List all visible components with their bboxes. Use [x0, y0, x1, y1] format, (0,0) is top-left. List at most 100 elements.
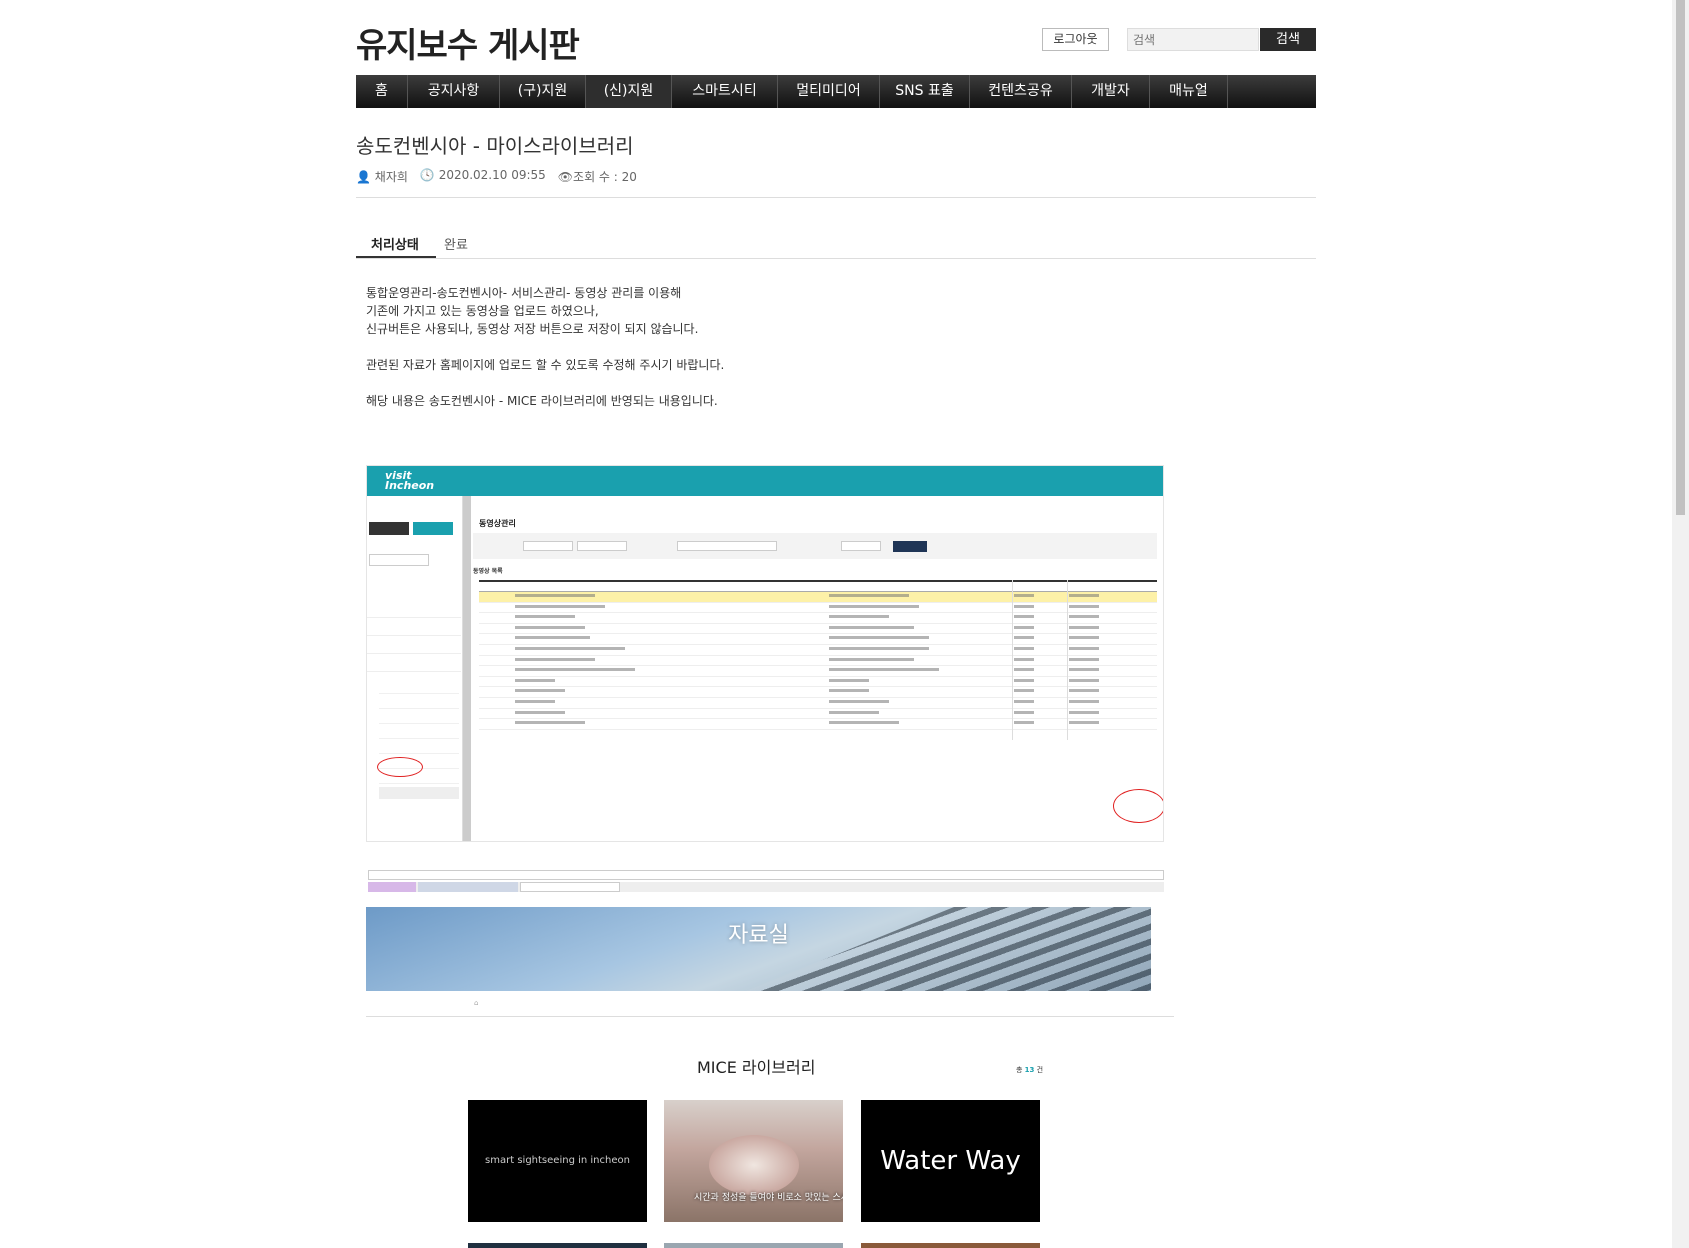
browser-tab: [418, 882, 518, 892]
views-value: 조회 수 : 20: [573, 170, 637, 184]
video-thumbnail[interactable]: Water Way: [861, 1100, 1040, 1222]
table-row: [479, 592, 1157, 603]
admin-submenu: [379, 712, 459, 724]
author-name: 채자희: [374, 170, 408, 184]
admin-video-table: [479, 580, 1157, 730]
table-row: [479, 698, 1157, 709]
eye-icon: 👁: [557, 170, 574, 184]
hero-title: 자료실: [728, 923, 789, 948]
table-row: [479, 687, 1157, 698]
user-icon: 👤: [356, 170, 371, 184]
admin-submenu: [379, 697, 459, 709]
admin-menu-row: [367, 656, 461, 672]
main-nav: 홈 공지사항 (구)지원 (신)지원 스마트시티 멀티미디어 SNS 표출 컨텐…: [356, 75, 1316, 108]
body-line: [366, 338, 724, 356]
browser-bookmarks: [368, 894, 1164, 904]
nav-multimedia[interactable]: 멀티미디어: [778, 75, 880, 108]
table-row: [479, 656, 1157, 667]
annotation-circle: [1113, 789, 1163, 823]
post-views: 👁조회 수 : 20: [558, 168, 637, 185]
admin-search: [369, 554, 429, 566]
admin-sidebar: [367, 496, 463, 841]
admin-menu-row: [367, 602, 461, 618]
nav-smartcity[interactable]: 스마트시티: [672, 75, 778, 108]
post-author: 👤 채자희: [356, 168, 408, 185]
post-meta: 👤 채자희 🕓 2020.02.10 09:55 👁조회 수 : 20: [356, 168, 637, 185]
video-thumbnail[interactable]: [468, 1243, 647, 1248]
search-input[interactable]: [1127, 28, 1259, 51]
body-line: [366, 374, 724, 392]
body-line: 신규버튼은 사용되나, 동영상 저장 버튼으로 저장이 되지 않습니다.: [366, 322, 699, 336]
thumbnail-caption: 시간과 정성을 들여야 비로소 맛있는 스시: [694, 1193, 843, 1203]
search-button[interactable]: 검색: [1260, 28, 1316, 51]
browser-tab: [368, 882, 416, 892]
count-suffix: 건: [1034, 1066, 1044, 1074]
filter-input: [677, 541, 777, 551]
table-row: [479, 677, 1157, 688]
annotation-circle: [377, 757, 423, 777]
admin-scrollbar: [463, 496, 471, 841]
home-icon: ⌂: [474, 999, 479, 1007]
admin-filter: [473, 533, 1157, 559]
browser-tabs: [368, 882, 1164, 892]
admin-submenu: [379, 742, 459, 754]
table-row: [479, 634, 1157, 645]
status-value: 완료: [444, 238, 468, 253]
site-title[interactable]: 유지보수 게시판: [356, 18, 580, 67]
logout-button[interactable]: 로그아웃: [1042, 28, 1109, 51]
body-line: 통합운영관리-송도컨벤시아- 서비스관리- 동영상 관리를 이용해: [366, 286, 682, 300]
status-label: 처리상태: [371, 238, 419, 253]
scrollbar-thumb[interactable]: [1676, 0, 1685, 515]
browser-address-bar: [368, 870, 1164, 880]
body-line: 관련된 자료가 홈페이지에 업로드 할 수 있도록 수정해 주시기 바랍니다.: [366, 358, 725, 372]
nav-sns[interactable]: SNS 표출: [880, 75, 970, 108]
clock-icon: 🕓: [419, 168, 435, 182]
nav-new-support[interactable]: (신)지원: [586, 75, 672, 108]
admin-submenu: [379, 682, 459, 694]
filter-input: [523, 541, 573, 551]
body-line: 기존에 가지고 있는 동영상을 업로드 하였으나,: [366, 304, 599, 318]
attached-screenshot-admin: visit Incheon 동영상관리 동영상 목록: [366, 465, 1164, 842]
admin-button: [369, 522, 409, 535]
admin-submenu: [379, 727, 459, 739]
table-row: [479, 645, 1157, 656]
visit-incheon-logo: visit Incheon: [385, 469, 435, 492]
filter-select: [841, 541, 881, 551]
table-row: [479, 719, 1157, 730]
admin-menu-row: [367, 638, 461, 654]
hero-banner: 자료실: [366, 907, 1151, 991]
admin-submenu-video: [379, 787, 459, 799]
date-value: 2020.02.10 09:55: [438, 168, 546, 182]
library-title: MICE 라이브러리: [697, 1058, 816, 1077]
browser-tab: [520, 882, 620, 892]
admin-main: 동영상관리 동영상 목록: [473, 496, 1163, 841]
nav-notice[interactable]: 공지사항: [408, 75, 500, 108]
video-thumbnail[interactable]: 시간과 정성을 들여야 비로소 맛있는 스시: [664, 1100, 843, 1222]
table-row: [479, 709, 1157, 720]
breadcrumb: ⌂: [474, 999, 478, 1007]
count-prefix: 총: [1016, 1066, 1025, 1074]
nav-contents-share[interactable]: 컨텐츠공유: [970, 75, 1072, 108]
admin-topbar: visit Incheon: [367, 466, 1163, 496]
admin-menu-row: [367, 620, 461, 636]
body-line: 해당 내용은 송도컨벤시아 - MICE 라이브러리에 반영되는 내용입니다.: [366, 394, 718, 408]
food-image: [709, 1135, 799, 1195]
video-thumbnail[interactable]: [664, 1243, 843, 1248]
table-header: [479, 580, 1157, 592]
video-thumbnail[interactable]: [861, 1243, 1040, 1248]
nav-developer[interactable]: 개발자: [1072, 75, 1150, 108]
video-thumbnail[interactable]: smart sightseeing in incheon: [468, 1100, 647, 1222]
post-body: 통합운영관리-송도컨벤시아- 서비스관리- 동영상 관리를 이용해 기존에 가지…: [366, 284, 724, 410]
nav-home[interactable]: 홈: [356, 75, 408, 108]
post-date: 🕓 2020.02.10 09:55: [420, 168, 546, 185]
nav-manual[interactable]: 매뉴얼: [1150, 75, 1228, 108]
nav-old-support[interactable]: (구)지원: [500, 75, 586, 108]
admin-heading: 동영상관리: [479, 519, 516, 528]
divider: [356, 197, 1316, 198]
page: 유지보수 게시판 로그아웃 검색 홈 공지사항 (구)지원 (신)지원 스마트시…: [0, 0, 1689, 1248]
page-scrollbar[interactable]: [1672, 0, 1689, 1248]
filter-input: [577, 541, 627, 551]
table-column-line: [1067, 580, 1068, 740]
admin-list-label: 동영상 목록: [473, 568, 503, 575]
table-row: [479, 603, 1157, 614]
